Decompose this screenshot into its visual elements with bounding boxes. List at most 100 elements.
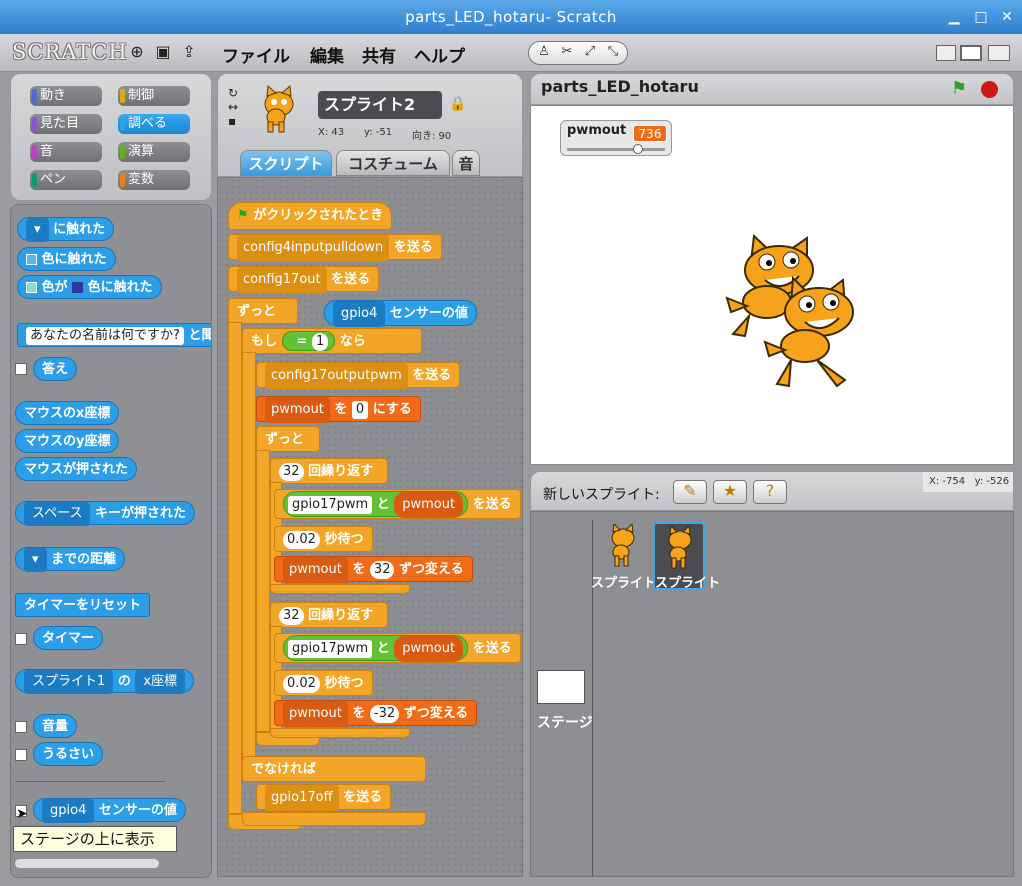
close-icon[interactable]: ✕	[998, 8, 1016, 26]
broadcast-dropdown[interactable]: config17outputpwm	[265, 363, 408, 389]
small-stage-icon[interactable]	[936, 45, 956, 61]
menu-edit[interactable]: 編集	[310, 42, 344, 67]
key-dropdown[interactable]: スペース	[24, 502, 91, 526]
broadcast-block[interactable]: config4inputpulldown を送る	[228, 234, 442, 261]
category-variables[interactable]: 変数	[118, 170, 190, 190]
loud-checkbox[interactable]	[15, 749, 27, 761]
reset-timer-block[interactable]: タイマーをリセット	[15, 593, 151, 617]
loudness-checkbox[interactable]	[15, 721, 27, 733]
set-variable-block[interactable]: pwmout を 0 にする	[256, 396, 421, 423]
grow-icon[interactable]: ⤢	[579, 44, 601, 62]
pwmout-reporter[interactable]: pwmout	[394, 492, 464, 518]
category-motion[interactable]: 動き	[30, 86, 102, 106]
variable-dropdown[interactable]: pwmout	[283, 557, 348, 583]
broadcast-block[interactable]: config17out を送る	[228, 266, 380, 293]
repeat-block[interactable]: 32 回繰り返す	[270, 602, 388, 628]
cat-sprites[interactable]	[719, 232, 869, 392]
of-sprite-dropdown[interactable]: スプライト1	[24, 670, 114, 694]
pwmout-reporter[interactable]: pwmout	[394, 636, 464, 662]
wait-block[interactable]: 0.02 秒待つ	[274, 526, 373, 552]
if-else-block[interactable]: もし = 1 なら	[242, 328, 422, 354]
wait-block[interactable]: 0.02 秒待つ	[274, 670, 373, 696]
sensor-value-block[interactable]: gpio4 センサーの値	[324, 300, 477, 327]
tab-sounds[interactable]: 音	[452, 150, 480, 176]
broadcast-join-block[interactable]: gpio17pwm と pwmout を送る	[274, 489, 521, 519]
color-swatch[interactable]	[72, 282, 84, 293]
distance-block[interactable]: ▾ までの距離	[15, 547, 126, 572]
tab-scripts[interactable]: スクリプト	[240, 150, 332, 176]
broadcast-block[interactable]: config17outputpwm を送る	[256, 362, 461, 389]
broadcast-dropdown[interactable]: config4inputpulldown	[237, 235, 390, 261]
ask-block[interactable]: あなたの名前は何ですか? と聞い	[17, 323, 211, 347]
category-operators[interactable]: 演算	[118, 142, 190, 162]
menu-file[interactable]: ファイル	[222, 42, 290, 67]
touching-color-block[interactable]: 色に触れた	[17, 247, 116, 271]
change-input[interactable]: 32	[369, 561, 395, 579]
equals-block[interactable]: = 1	[281, 331, 336, 351]
repeat-block[interactable]: 32 回繰り返す	[270, 458, 388, 484]
repeat-count[interactable]: 32	[279, 463, 304, 481]
sprite-tile-selected[interactable]: スプライト	[653, 522, 720, 591]
shrink-icon[interactable]: ⤡	[602, 44, 624, 62]
monitor-slider-track[interactable]	[567, 148, 665, 151]
set-value-input[interactable]: 0	[351, 401, 369, 419]
when-flag-clicked-block[interactable]: ⚑ がクリックされたとき	[228, 202, 393, 230]
stage-thumbnail[interactable]	[537, 670, 585, 704]
join-block[interactable]: gpio17pwm と pwmout	[283, 491, 469, 518]
color-swatch[interactable]	[26, 282, 37, 293]
change-input[interactable]: -32	[369, 705, 400, 723]
variable-dropdown[interactable]: pwmout	[283, 701, 348, 727]
sensor-dropdown[interactable]: gpio4	[42, 799, 95, 823]
answer-block[interactable]: 答え	[33, 357, 78, 381]
variable-dropdown[interactable]: pwmout	[265, 397, 330, 423]
sensor-value-block[interactable]: gpio4 センサーの値	[33, 798, 186, 823]
lock-icon[interactable]: 🔒	[449, 96, 466, 112]
touching-block[interactable]: ▾ に触れた	[17, 217, 115, 242]
rotate-style-icons[interactable]: ↻ ↔ ▪	[228, 86, 238, 128]
green-flag-icon[interactable]: ⚑	[951, 78, 967, 99]
share-icon[interactable]: ⇪	[180, 43, 198, 61]
ask-input[interactable]: あなたの名前は何ですか?	[26, 327, 184, 345]
mouse-down-block[interactable]: マウスが押された	[15, 457, 138, 481]
stamp-icon[interactable]: ♙	[533, 44, 555, 62]
maximize-icon[interactable]: □	[972, 8, 990, 26]
broadcast-dropdown[interactable]: config17out	[237, 267, 327, 293]
presentation-icon[interactable]	[988, 45, 1010, 61]
category-sensing[interactable]: 調べる	[118, 114, 190, 134]
distance-dropdown[interactable]: ▾	[24, 548, 47, 572]
menu-share[interactable]: 共有	[362, 42, 396, 67]
menu-help[interactable]: ヘルプ	[414, 42, 465, 67]
paint-sprite-button[interactable]: ✎	[673, 480, 707, 504]
repeat-count[interactable]: 32	[279, 607, 304, 625]
answer-checkbox[interactable]	[15, 363, 27, 375]
join-input[interactable]: gpio17pwm	[288, 496, 373, 514]
cut-icon[interactable]: ✂	[556, 44, 578, 62]
change-variable-block[interactable]: pwmout を 32 ずつ変える	[274, 556, 473, 583]
minimize-icon[interactable]: ▁	[945, 8, 963, 26]
category-looks[interactable]: 見た目	[30, 114, 102, 134]
random-sprite-button[interactable]: ?	[753, 480, 787, 504]
join-block[interactable]: gpio17pwm と pwmout	[283, 635, 469, 662]
of-block[interactable]: スプライト1 の x座標	[15, 669, 195, 694]
stop-icon[interactable]	[981, 81, 998, 98]
timer-checkbox[interactable]	[15, 633, 27, 645]
loudness-block[interactable]: 音量	[33, 714, 78, 738]
forever-block[interactable]: ずっと	[228, 298, 298, 324]
palette-scrollbar[interactable]	[15, 859, 159, 868]
category-pen[interactable]: ペン	[30, 170, 102, 190]
forever-block[interactable]: ずっと	[256, 426, 320, 452]
dropdown[interactable]: ▾	[26, 218, 49, 242]
category-control[interactable]: 制御	[118, 86, 190, 106]
category-sound[interactable]: 音	[30, 142, 102, 162]
normal-stage-icon[interactable]	[960, 45, 982, 61]
broadcast-block[interactable]: gpio17off を送る	[256, 784, 392, 811]
scripts-area[interactable]: ⚑ がクリックされたとき config4inputpulldown を送る co…	[217, 177, 523, 877]
save-icon[interactable]: ▣	[154, 43, 172, 61]
stage[interactable]	[530, 105, 1014, 465]
wait-input[interactable]: 0.02	[283, 531, 320, 549]
wait-input[interactable]: 0.02	[283, 675, 320, 693]
globe-icon[interactable]: ⊕	[128, 43, 146, 61]
color-touching-color-block[interactable]: 色が 色に触れた	[17, 275, 162, 299]
choose-sprite-button[interactable]: ★	[713, 480, 747, 504]
sensor-dropdown[interactable]: gpio4	[333, 301, 386, 327]
